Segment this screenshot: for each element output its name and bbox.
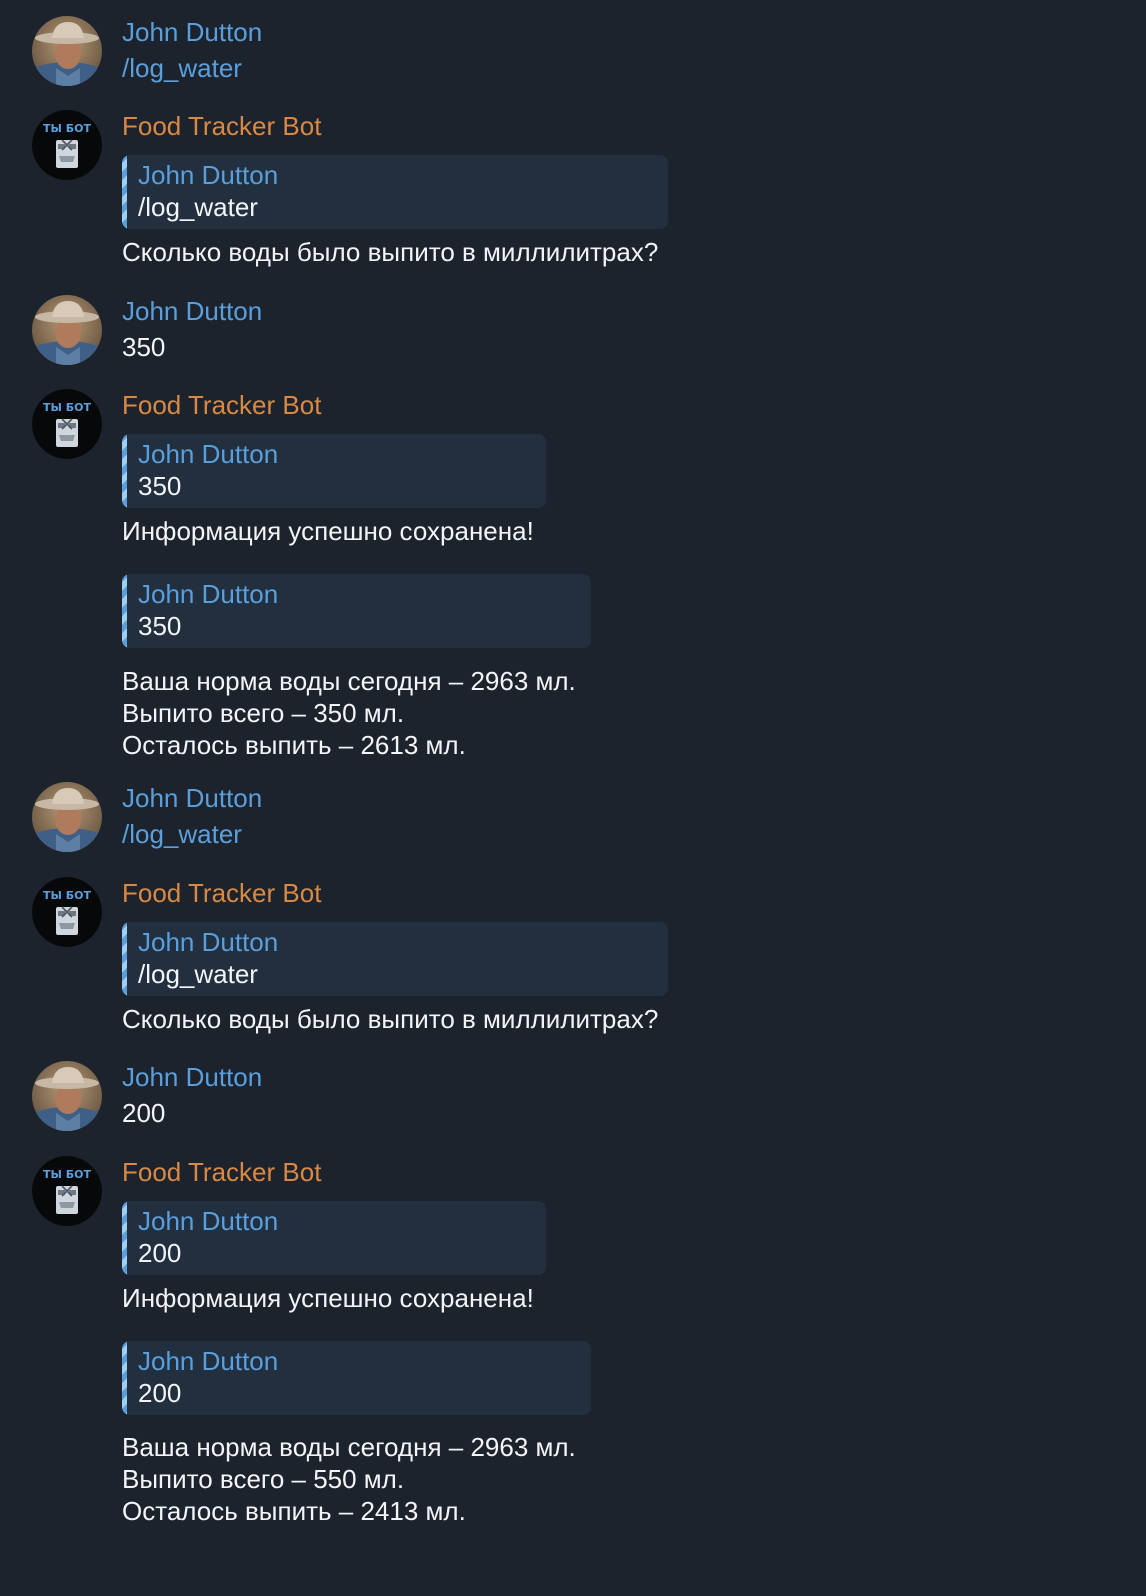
reply-quote[interactable]: John Dutton 200: [122, 1341, 591, 1415]
bot-avatar-icon[interactable]: ТЫ БОТ: [32, 1156, 102, 1226]
message-text: 350: [122, 332, 166, 362]
quote-text: 200: [138, 1378, 182, 1408]
reply-quote[interactable]: John Dutton /log_water: [122, 922, 668, 996]
user-photo-icon[interactable]: [32, 295, 102, 365]
quote-author: John Dutton: [138, 1206, 279, 1236]
quote-author: John Dutton: [138, 927, 279, 957]
bot-avatar-icon[interactable]: ТЫ БОТ: [32, 877, 102, 947]
sender-name[interactable]: Food Tracker Bot: [122, 110, 321, 142]
user-photo-icon[interactable]: [32, 1061, 102, 1131]
chat-history[interactable]: John Dutton /log_water ТЫ БОТ Food Track…: [0, 0, 1146, 1596]
sender-name[interactable]: Food Tracker Bot: [122, 389, 321, 421]
water-norm-line: Ваша норма воды сегодня – 2963 мл.: [122, 666, 576, 696]
bot-avatar-caption: ТЫ БОТ: [43, 122, 91, 135]
sender-name[interactable]: John Dutton: [122, 782, 262, 814]
bot-avatar-caption: ТЫ БОТ: [43, 401, 91, 414]
quote-text: /log_water: [138, 192, 258, 222]
quote-stripe: [122, 1201, 127, 1275]
water-drunk-line: Выпито всего – 350 мл.: [122, 698, 405, 728]
message-text: 200: [122, 1098, 166, 1128]
command-link[interactable]: /log_water: [122, 818, 242, 850]
bot-avatar-caption: ТЫ БОТ: [43, 889, 91, 902]
water-remaining-line: Осталось выпить – 2413 мл.: [122, 1496, 466, 1526]
message-text: Ваша норма воды сегодня – 2963 мл. Выпит…: [122, 1431, 576, 1527]
quote-author: John Dutton: [138, 160, 279, 190]
user-photo-icon[interactable]: [32, 16, 102, 86]
sender-name[interactable]: Food Tracker Bot: [122, 1156, 321, 1188]
quote-author: John Dutton: [138, 439, 279, 469]
sender-name[interactable]: Food Tracker Bot: [122, 877, 321, 909]
bot-avatar-icon[interactable]: ТЫ БОТ: [32, 389, 102, 459]
quote-stripe: [122, 155, 127, 229]
message-text: Сколько воды было выпито в миллилитрах?: [122, 1004, 659, 1034]
quote-text: /log_water: [138, 959, 258, 989]
quote-author: John Dutton: [138, 579, 279, 609]
quote-stripe: [122, 574, 127, 648]
water-norm-line: Ваша норма воды сегодня – 2963 мл.: [122, 1432, 576, 1462]
reply-quote[interactable]: John Dutton 350: [122, 434, 546, 508]
reply-quote[interactable]: John Dutton 200: [122, 1201, 546, 1275]
quote-stripe: [122, 434, 127, 508]
sender-name[interactable]: John Dutton: [122, 295, 262, 327]
reply-quote[interactable]: John Dutton /log_water: [122, 155, 668, 229]
message-text: Информация успешно сохранена!: [122, 516, 534, 546]
water-drunk-line: Выпито всего – 550 мл.: [122, 1464, 405, 1494]
user-photo-icon[interactable]: [32, 782, 102, 852]
sender-name[interactable]: John Dutton: [122, 16, 262, 48]
sender-name[interactable]: John Dutton: [122, 1061, 262, 1093]
quote-stripe: [122, 922, 127, 996]
message-text: Ваша норма воды сегодня – 2963 мл. Выпит…: [122, 665, 576, 761]
bot-avatar-caption: ТЫ БОТ: [43, 1168, 91, 1181]
command-link[interactable]: /log_water: [122, 52, 242, 84]
message-text: Информация успешно сохранена!: [122, 1283, 534, 1313]
quote-author: John Dutton: [138, 1346, 279, 1376]
quote-stripe: [122, 1341, 127, 1415]
quote-text: 350: [138, 611, 182, 641]
quote-text: 350: [138, 471, 182, 501]
quote-text: 200: [138, 1238, 182, 1268]
bot-avatar-icon[interactable]: ТЫ БОТ: [32, 110, 102, 180]
water-remaining-line: Осталось выпить – 2613 мл.: [122, 730, 466, 760]
reply-quote[interactable]: John Dutton 350: [122, 574, 591, 648]
message-text: Сколько воды было выпито в миллилитрах?: [122, 237, 659, 267]
